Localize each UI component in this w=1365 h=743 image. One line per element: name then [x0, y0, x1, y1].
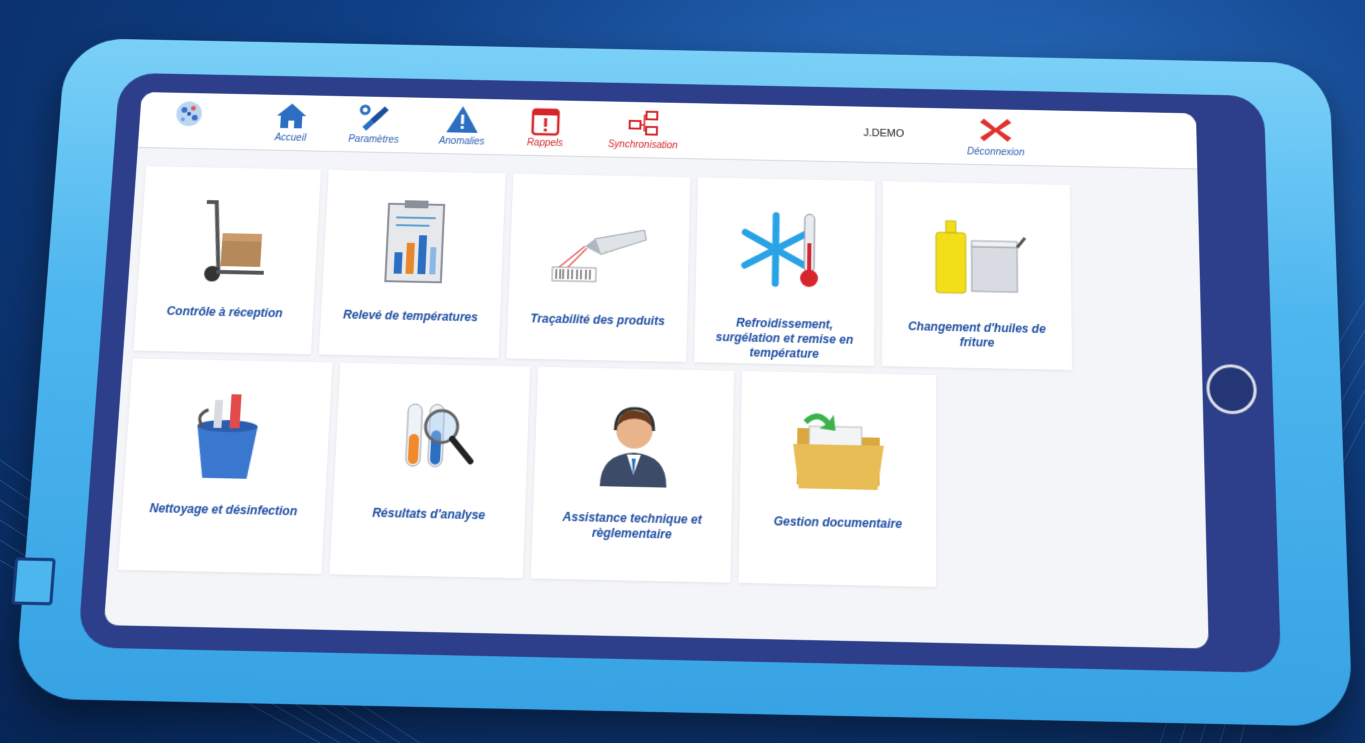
tile-releve-temperatures[interactable]: Relevé de températures — [318, 169, 506, 359]
tile-changement-huiles[interactable]: Changement d'huiles de friture — [882, 181, 1073, 371]
hand-truck-icon — [171, 192, 286, 282]
warning-icon — [446, 105, 479, 133]
nav-label-accueil: Accueil — [274, 132, 307, 144]
logout-label: Déconnexion — [967, 146, 1025, 159]
logo-icon — [175, 101, 203, 127]
nav-parametres[interactable]: Paramètres — [329, 102, 419, 146]
app-screen: Accueil Paramètres Anomalies Rappels Syn… — [103, 92, 1209, 649]
close-icon — [979, 118, 1012, 142]
clipboard-chart-icon — [357, 196, 470, 295]
tools-icon — [356, 102, 389, 131]
tile-resultats-analyse[interactable]: Résultats d'analyse — [329, 362, 531, 579]
barcode-scanner-icon — [544, 199, 656, 298]
logout-button[interactable]: Déconnexion — [952, 114, 1040, 159]
tile-label: Changement d'huiles de friture — [908, 319, 1046, 350]
module-grid: Contrôle à réception Relevé de températu… — [104, 147, 1209, 649]
tablet-case: Accueil Paramètres Anomalies Rappels Syn… — [11, 37, 1353, 727]
home-icon — [276, 103, 307, 129]
tile-assistance-technique[interactable]: Assistance technique et règlementaire — [530, 366, 735, 583]
tile-label: Nettoyage et désinfection — [149, 501, 298, 519]
cleaning-bucket-icon — [169, 394, 259, 479]
tile-label: Traçabilité des produits — [530, 311, 665, 329]
nav-rappels[interactable]: Rappels — [501, 105, 590, 149]
test-tubes-magnifier-icon — [374, 389, 489, 492]
home-button[interactable] — [1205, 364, 1258, 415]
tile-label: Contrôle à réception — [166, 304, 284, 321]
nav-accueil[interactable]: Accueil — [246, 100, 336, 144]
document-folder-icon — [792, 413, 884, 491]
tile-gestion-documentaire[interactable]: Gestion documentaire — [738, 371, 937, 588]
tile-label: Assistance technique et règlementaire — [562, 509, 702, 542]
tile-label: Résultats d'analyse — [371, 505, 486, 523]
tile-controle-reception[interactable]: Contrôle à réception — [133, 166, 321, 355]
app-logo — [159, 98, 220, 129]
nav-synchronisation[interactable]: Synchronisation — [589, 107, 698, 152]
nav-label-anomalies: Anomalies — [438, 135, 485, 148]
sync-icon — [625, 108, 661, 139]
case-side-tab — [11, 557, 56, 606]
nav-anomalies[interactable]: Anomalies — [417, 103, 507, 147]
tile-tracabilite-produits[interactable]: Traçabilité des produits — [506, 173, 691, 363]
snowflake-thermometer-icon — [730, 203, 840, 302]
nav-label-synchronisation: Synchronisation — [607, 139, 678, 152]
nav-label-parametres: Paramètres — [347, 134, 400, 146]
user-name: J.DEMO — [863, 127, 905, 140]
fryer-oil-icon — [922, 207, 1031, 306]
tile-label: Relevé de températures — [342, 307, 479, 325]
nav-label-rappels: Rappels — [526, 137, 564, 149]
tile-refroidissement[interactable]: Refroidissement, surgélation et remise e… — [694, 177, 875, 366]
tile-label: Gestion documentaire — [773, 514, 903, 532]
tablet-bezel: Accueil Paramètres Anomalies Rappels Syn… — [77, 72, 1282, 673]
tile-nettoyage-desinfection[interactable]: Nettoyage et désinfection — [118, 358, 333, 575]
support-agent-icon — [599, 394, 668, 488]
calendar-alert-icon — [528, 106, 564, 137]
tile-label: Refroidissement, surgélation et remise e… — [715, 315, 854, 361]
